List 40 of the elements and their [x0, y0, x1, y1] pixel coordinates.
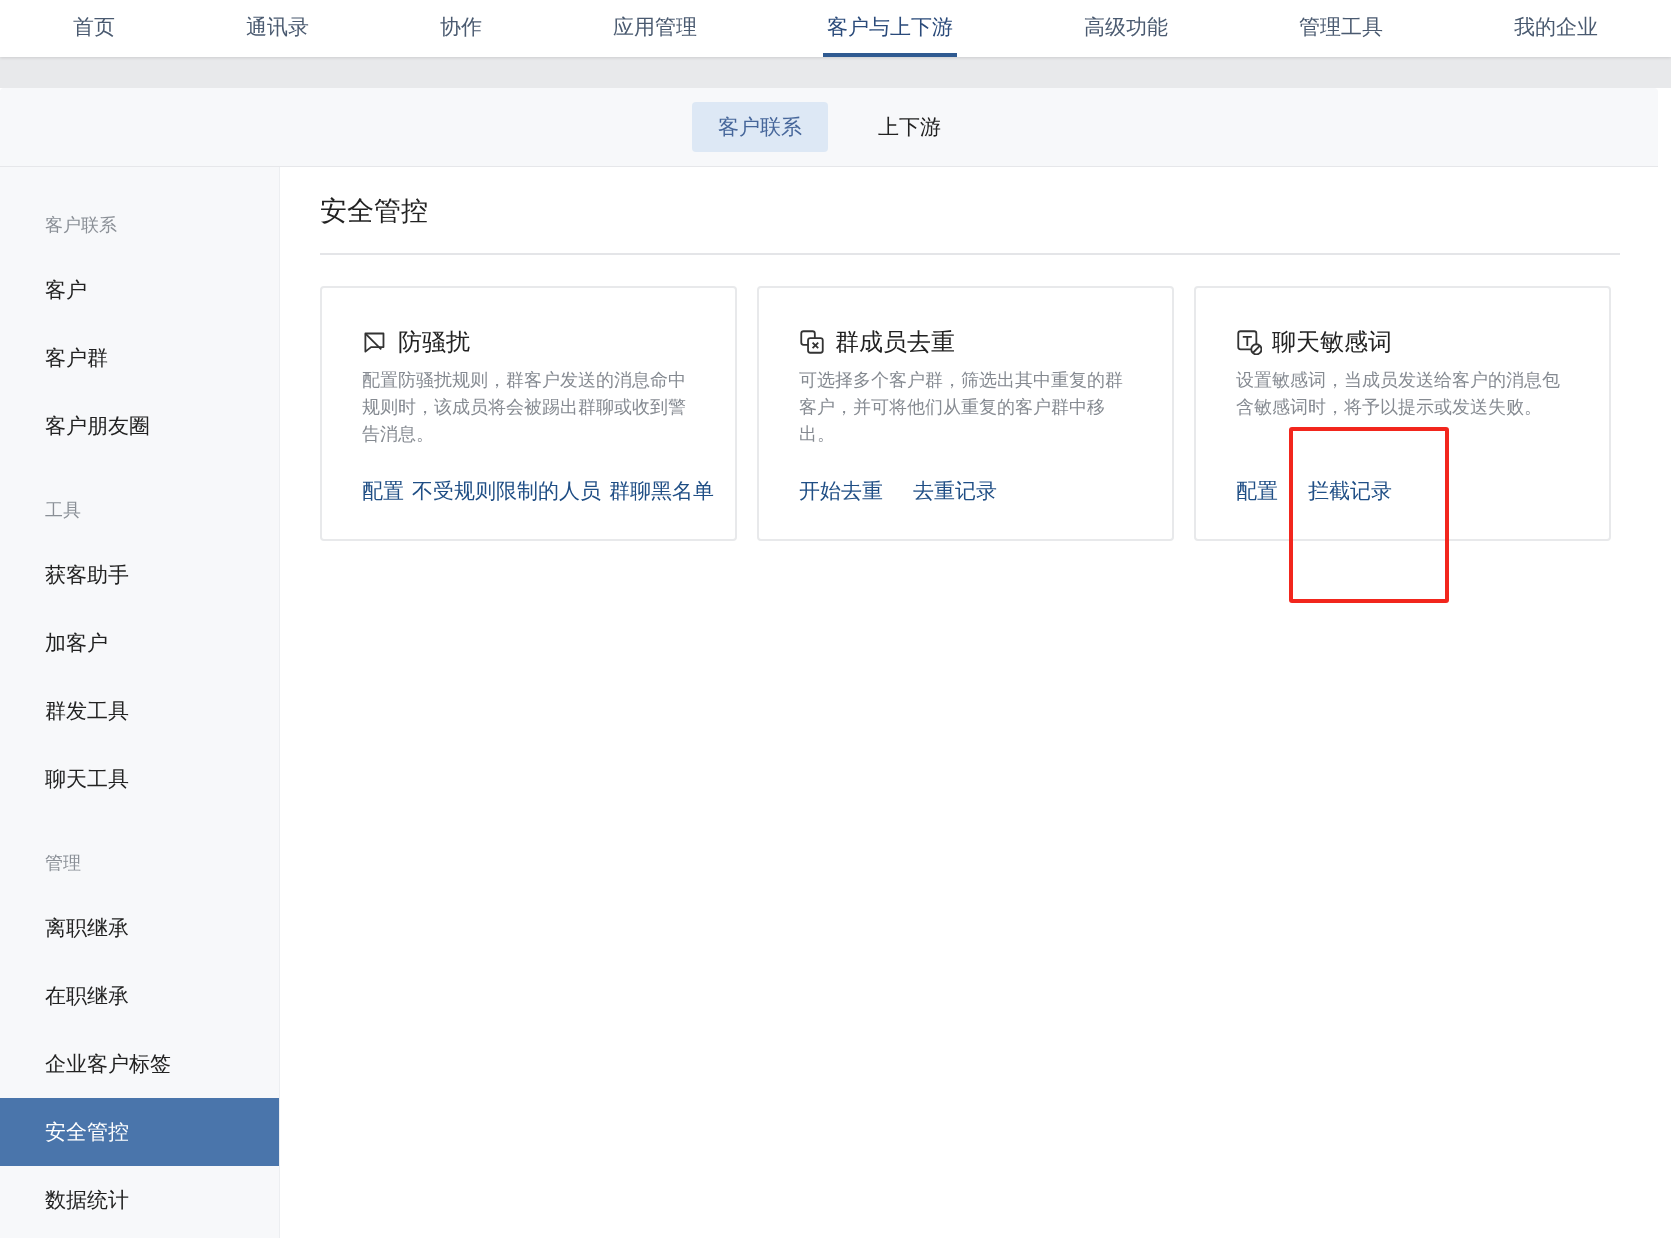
- sub-tab[interactable]: 客户联系: [691, 102, 828, 152]
- sidebar-item[interactable]: 客户: [0, 256, 279, 324]
- sidebar-item[interactable]: 离职继承: [0, 894, 279, 962]
- sidebar-item[interactable]: 聊天工具: [0, 745, 279, 813]
- nav-tab[interactable]: 管理工具: [1294, 0, 1387, 57]
- card-description: 可选择多个客户群，筛选出其中重复的群客户，并可将他们从重复的客户群中移出。: [799, 368, 1124, 446]
- card-title: 防骚扰: [398, 327, 470, 358]
- link[interactable]: 不受规则限制的人员: [412, 477, 601, 505]
- sidebar-heading: 管理: [44, 851, 82, 875]
- link[interactable]: 群聊黑名单: [609, 477, 714, 505]
- sidebar-item[interactable]: 群发工具: [0, 677, 279, 745]
- nav-tab[interactable]: 应用管理: [608, 0, 701, 57]
- card-title: 聊天敏感词: [1272, 327, 1392, 358]
- card-description: 设置敏感词，当成员发送给客户的消息包含敏感词时，将予以提示或发送失败。: [1236, 368, 1561, 419]
- link[interactable]: 配置: [1236, 477, 1278, 505]
- link[interactable]: 配置: [362, 477, 404, 505]
- sidebar-item[interactable]: 加客户: [0, 609, 279, 677]
- link[interactable]: 开始去重: [799, 477, 883, 505]
- sidebar-item[interactable]: 获客助手: [0, 541, 279, 609]
- nav-tab[interactable]: 协作: [435, 0, 486, 57]
- nav-tab[interactable]: 首页: [69, 0, 120, 57]
- sidebar-item[interactable]: 客户群: [0, 324, 279, 392]
- nav-tab[interactable]: 高级功能: [1080, 0, 1173, 57]
- sidebar-heading: 客户联系: [44, 213, 118, 237]
- nav-tab[interactable]: 通讯录: [242, 0, 314, 57]
- sub-tab[interactable]: 上下游: [851, 102, 967, 152]
- card-title: 群成员去重: [835, 327, 955, 358]
- sidebar-item[interactable]: 数据统计: [0, 1166, 279, 1234]
- card-description: 配置防骚扰规则，群客户发送的消息命中规则时，该成员将会被踢出群聊或收到警告消息。: [362, 368, 687, 446]
- text-frame-icon: [1236, 329, 1262, 355]
- link[interactable]: 去重记录: [913, 477, 997, 505]
- sidebar-heading: 工具: [44, 498, 82, 522]
- overlapping-squares-icon: [799, 329, 825, 355]
- link[interactable]: 拦截记录: [1308, 477, 1392, 505]
- sidebar-item[interactable]: 企业客户标签: [0, 1030, 279, 1098]
- sidebar-item[interactable]: 在职继承: [0, 962, 279, 1030]
- sidebar-item[interactable]: 安全管控: [0, 1098, 279, 1166]
- nav-tab[interactable]: 我的企业: [1509, 0, 1602, 57]
- page-title: 安全管控: [320, 167, 1620, 255]
- sidebar-item[interactable]: 客户朋友圈: [0, 392, 279, 460]
